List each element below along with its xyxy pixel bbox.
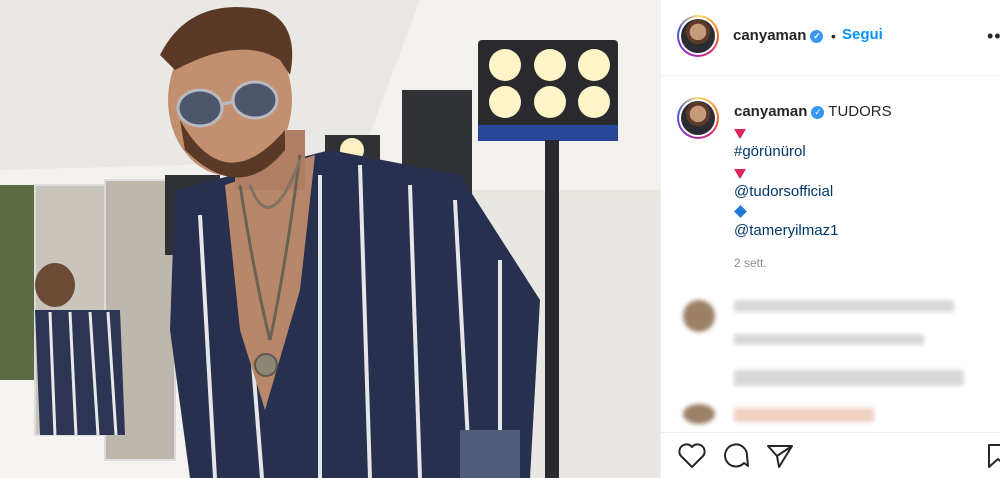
blue-diamond-emoji: [734, 205, 747, 218]
post-timestamp[interactable]: 2 sett.: [734, 256, 767, 270]
blue-diamond-emoji-line: [734, 202, 747, 222]
caption-mention-tamer[interactable]: @tameryilmaz1: [734, 221, 838, 241]
header-username-text[interactable]: canyaman: [733, 27, 806, 44]
verified-badge-icon: ✓: [810, 29, 824, 43]
share-icon[interactable]: [766, 443, 794, 469]
red-triangle-emoji: [734, 129, 746, 139]
avatar-image: [681, 19, 715, 53]
comment-text: [734, 334, 924, 345]
red-triangle-emoji: [734, 169, 746, 179]
post-photo[interactable]: [0, 0, 660, 478]
separator-dot: •: [831, 28, 836, 44]
more-options-icon[interactable]: •••: [987, 26, 1000, 47]
avatar[interactable]: [677, 15, 719, 57]
photo-illustration: [0, 0, 660, 478]
comment-icon[interactable]: [722, 443, 750, 469]
comment-avatar[interactable]: [683, 300, 715, 332]
header-username[interactable]: canyaman ✓: [733, 27, 824, 44]
bookmark-icon[interactable]: [987, 443, 1000, 469]
comment-avatar[interactable]: [683, 404, 715, 424]
comment-text: [734, 408, 874, 422]
caption-avatar-frame: [679, 99, 717, 137]
follow-button[interactable]: Segui: [842, 26, 883, 43]
avatar-frame: [679, 17, 717, 55]
post-sidebar: canyaman ✓ • Segui ••• canyaman ✓ TUDORS #…: [660, 0, 1000, 478]
caption-first-line: canyaman ✓ TUDORS: [734, 102, 892, 122]
post-header: canyaman ✓ • Segui •••: [661, 0, 1000, 76]
action-bar: [661, 432, 1000, 478]
caption-text: TUDORS: [828, 103, 892, 120]
caption-verified-badge-icon: ✓: [811, 105, 825, 119]
comment-text: [734, 370, 964, 386]
instagram-post: canyaman ✓ • Segui ••• canyaman ✓ TUDORS #…: [0, 0, 1000, 478]
heart-icon[interactable]: [678, 443, 706, 469]
caption-hashtag[interactable]: #görünürol: [734, 142, 806, 162]
caption-avatar[interactable]: [677, 97, 719, 139]
caption-avatar-image: [681, 101, 715, 135]
caption-mention-tudors[interactable]: @tudorsofficial: [734, 182, 833, 202]
comment-text: [734, 300, 954, 312]
caption-username[interactable]: canyaman: [734, 103, 807, 120]
